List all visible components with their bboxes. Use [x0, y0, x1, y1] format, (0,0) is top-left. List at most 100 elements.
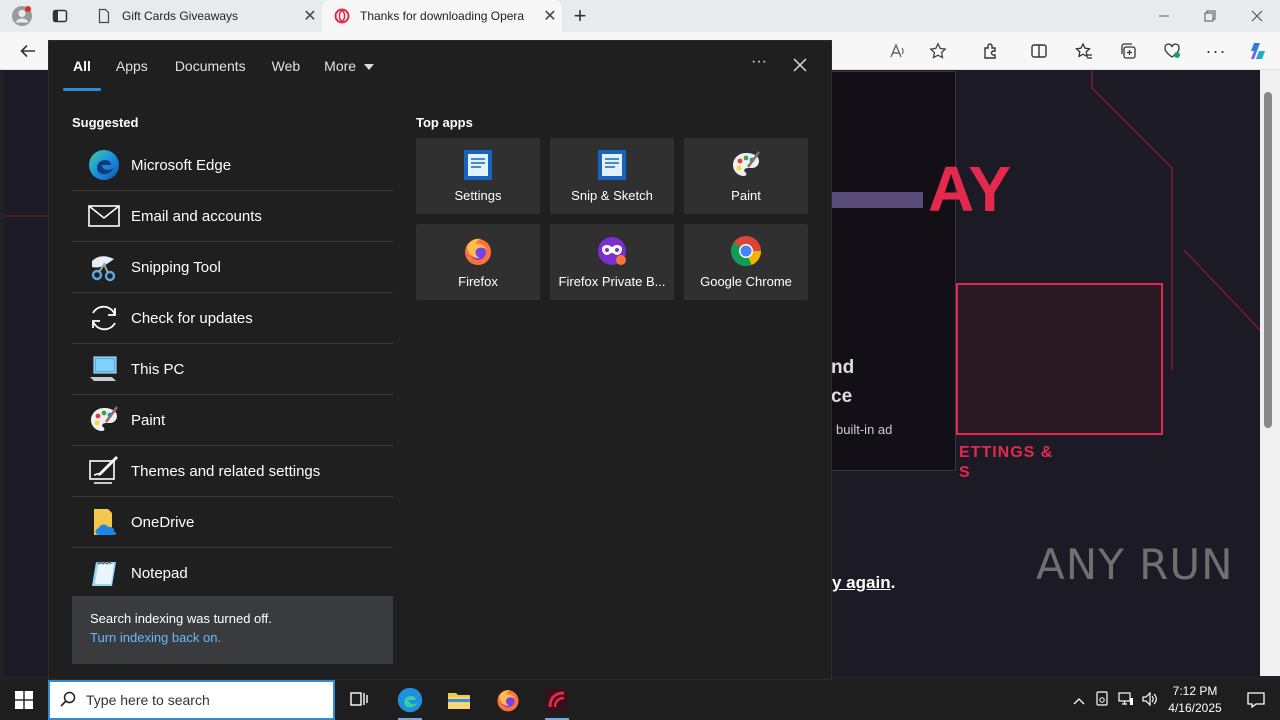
tab-opera-download[interactable]: Thanks for downloading Opera ✕	[322, 0, 562, 32]
clock-time: 7:12 PM	[1172, 684, 1218, 698]
list-item-label: Themes and related settings	[131, 462, 321, 480]
profile-avatar-button[interactable]	[2, 0, 42, 32]
list-item-label: Email and accounts	[131, 207, 262, 225]
action-center-button[interactable]	[1236, 680, 1276, 720]
close-tab-icon[interactable]: ✕	[298, 6, 322, 26]
favorites-button[interactable]	[1070, 38, 1098, 64]
taskbar-opera-installer[interactable]	[533, 680, 581, 720]
caret-down-icon	[363, 64, 374, 71]
scrollbar-thumb[interactable]	[1264, 92, 1272, 428]
close-tab-icon[interactable]: ✕	[538, 6, 562, 26]
indexing-notice: Search indexing was turned off. Turn ind…	[72, 596, 393, 664]
suggested-list: Microsoft Edge Email and accounts Snippi…	[72, 140, 393, 599]
tab-all[interactable]: All	[61, 41, 103, 91]
collections-button[interactable]	[1114, 38, 1142, 64]
app-tile-label: Snip & Sketch	[571, 188, 653, 203]
taskbar-clock[interactable]: 7:12 PM 4/16/2025	[1160, 683, 1230, 717]
windows-logo-icon	[15, 691, 33, 709]
split-screen-button[interactable]	[1025, 38, 1053, 64]
tab-label: Gift Cards Giveaways	[122, 9, 239, 23]
favorite-button[interactable]	[924, 38, 952, 64]
opera-icon	[334, 8, 350, 24]
volume-icon	[1142, 691, 1157, 706]
tab-more[interactable]: More	[312, 41, 386, 91]
list-item-label: Microsoft Edge	[131, 156, 232, 174]
restore-button[interactable]	[1190, 0, 1230, 32]
tab-apps[interactable]: Apps	[103, 41, 161, 91]
task-view-icon	[350, 692, 368, 706]
read-aloud-button[interactable]	[884, 38, 912, 64]
firefox-private-icon	[596, 235, 628, 267]
minimize-button[interactable]	[1144, 0, 1184, 32]
settings-and-more-button[interactable]: ···	[1202, 38, 1230, 64]
taskbar-search-box[interactable]	[48, 680, 335, 720]
device-icon	[1096, 690, 1108, 706]
list-item-notepad[interactable]: Notepad	[72, 548, 393, 599]
close-window-button[interactable]	[1237, 0, 1277, 32]
list-item-label: OneDrive	[131, 513, 195, 531]
top-apps-heading: Top apps	[416, 115, 473, 130]
app-tile-firefox[interactable]: Firefox	[416, 224, 540, 300]
device-tray-button[interactable]	[1090, 690, 1114, 710]
turn-indexing-on-link[interactable]: Turn indexing back on.	[90, 630, 393, 645]
paint-palette-icon	[730, 149, 762, 181]
list-item-check-updates[interactable]: Check for updates	[72, 293, 393, 344]
search-input[interactable]	[86, 692, 316, 708]
app-tile-label: Settings	[454, 188, 502, 203]
opera-icon	[546, 689, 568, 711]
back-button[interactable]	[14, 38, 42, 64]
settings-doc-icon	[462, 149, 494, 181]
close-flyout-button[interactable]	[789, 53, 811, 79]
list-item-themes[interactable]: Themes and related settings	[72, 446, 393, 497]
refresh-icon	[87, 301, 121, 335]
extensions-button[interactable]	[977, 38, 1005, 64]
volume-tray-button[interactable]	[1138, 691, 1162, 709]
page-scrollbar[interactable]	[1260, 70, 1280, 676]
new-tab-button[interactable]: +	[560, 0, 600, 32]
collections-icon	[1121, 43, 1136, 59]
themes-icon	[87, 454, 121, 488]
list-item-this-pc[interactable]: This PC	[72, 344, 393, 395]
puzzle-icon	[984, 43, 996, 59]
show-hidden-icons-button[interactable]	[1068, 693, 1090, 708]
tab-actions-button[interactable]	[40, 0, 80, 32]
app-tile-settings[interactable]: Settings	[416, 138, 540, 214]
settings-promo-box[interactable]	[956, 283, 1163, 435]
list-item-microsoft-edge[interactable]: Microsoft Edge	[72, 140, 393, 191]
list-item-label: Snipping Tool	[131, 258, 221, 276]
list-item-email-accounts[interactable]: Email and accounts	[72, 191, 393, 242]
app-tile-snip-sketch[interactable]: Snip & Sketch	[550, 138, 674, 214]
indexing-notice-text: Search indexing was turned off.	[90, 611, 272, 626]
edge-icon	[397, 687, 423, 713]
app-tile-label: Google Chrome	[700, 274, 792, 289]
browser-tab-strip: Gift Cards Giveaways ✕ Thanks for downlo…	[0, 0, 1280, 32]
tab-documents[interactable]: Documents	[161, 41, 260, 91]
app-tile-paint[interactable]: Paint	[684, 138, 808, 214]
file-explorer-icon	[448, 693, 470, 709]
tab-label: Thanks for downloading Opera	[360, 9, 525, 23]
scissors-icon	[87, 250, 121, 284]
task-view-button[interactable]	[336, 680, 384, 720]
star-add-icon	[929, 42, 947, 59]
tab-web[interactable]: Web	[260, 41, 313, 91]
minimize-icon	[1159, 15, 1169, 17]
mail-icon	[87, 199, 121, 233]
start-button[interactable]	[0, 680, 48, 720]
more-options-button[interactable]: ···	[749, 53, 769, 79]
anyrun-watermark: ANY RUN	[1036, 540, 1234, 589]
network-tray-button[interactable]	[1114, 691, 1138, 709]
list-item-onedrive[interactable]: OneDrive	[72, 497, 393, 548]
copilot-button[interactable]	[1244, 38, 1272, 64]
vertical-tabs-icon	[52, 9, 68, 23]
list-item-snipping-tool[interactable]: Snipping Tool	[72, 242, 393, 293]
taskbar-firefox[interactable]	[484, 680, 532, 720]
try-again-link[interactable]: y again	[832, 573, 891, 592]
list-item-paint[interactable]: Paint	[72, 395, 393, 446]
taskbar-file-explorer[interactable]	[435, 680, 483, 720]
app-tile-google-chrome[interactable]: Google Chrome	[684, 224, 808, 300]
browser-essentials-button[interactable]	[1158, 38, 1186, 64]
app-tile-firefox-private[interactable]: Firefox Private B...	[550, 224, 674, 300]
tab-gift-cards[interactable]: Gift Cards Giveaways ✕	[84, 0, 322, 32]
taskbar-edge[interactable]	[386, 680, 434, 720]
more-horizontal-icon: ···	[1205, 40, 1227, 61]
